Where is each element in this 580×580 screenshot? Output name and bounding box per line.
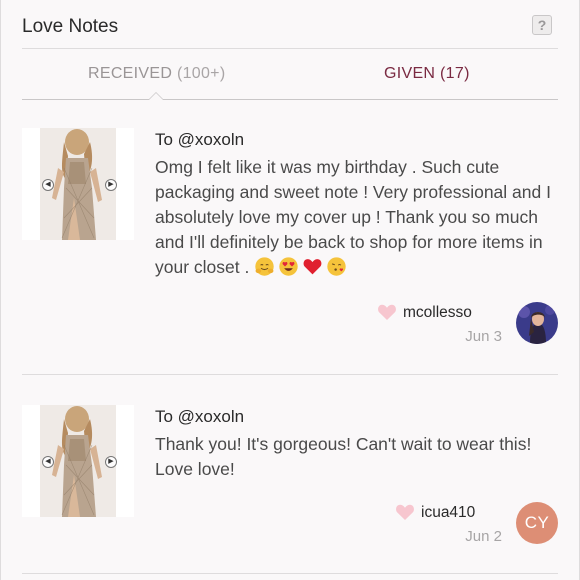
thumbnail-prev-arrow-icon[interactable]: ◀	[42, 456, 54, 468]
heart-eyes-face-icon	[279, 257, 298, 276]
thumbnail-prev-arrow-icon[interactable]: ◀	[42, 179, 54, 191]
tab-received-count: (100+)	[176, 65, 226, 82]
red-heart-icon	[303, 259, 322, 275]
love-notes-panel: Love Notes ? RECEIVED (100+) GIVEN (17)	[0, 0, 580, 580]
note-message: Thank you! It's gorgeous! Can't wait to …	[155, 432, 555, 482]
tab-given[interactable]: GIVEN (17)	[384, 65, 470, 83]
listing-thumbnail[interactable]: ◀ ▶	[22, 128, 134, 240]
notes-tabs: RECEIVED (100+) GIVEN (17)	[22, 48, 558, 100]
listing-thumbnail[interactable]: ◀ ▶	[22, 405, 134, 517]
note-date: Jun 2	[465, 528, 502, 545]
heart-icon	[396, 504, 414, 520]
love-note-item: ◀ ▶ To @xoxoln Thank you! It's gorgeous!…	[22, 375, 558, 574]
tab-received-label: RECEIVED	[88, 65, 173, 82]
face-blowing-kiss-icon	[327, 257, 346, 276]
tab-given-label: GIVEN	[384, 65, 436, 82]
listing-photo	[22, 128, 134, 240]
help-button[interactable]: ?	[532, 15, 552, 35]
heart-icon	[378, 304, 396, 320]
hugging-face-icon	[255, 257, 274, 276]
avatar[interactable]	[516, 302, 558, 344]
page-title: Love Notes	[22, 16, 119, 37]
love-note-item: ◀ ▶ To @xoxoln Omg I felt like it was my…	[22, 98, 558, 375]
note-message: Omg I felt like it was my birthday . Suc…	[155, 155, 555, 280]
listing-photo	[22, 405, 134, 517]
note-author: mcollesso Jun 3	[358, 302, 558, 346]
note-message-text: Thank you! It's gorgeous! Can't wait to …	[155, 434, 532, 479]
note-recipient: To @xoxoln	[155, 407, 245, 426]
tab-received[interactable]: RECEIVED (100+)	[88, 65, 225, 83]
author-username[interactable]: icua410	[421, 504, 475, 522]
avatar-photo	[516, 302, 558, 344]
note-author: icua410 Jun 2 CY	[358, 502, 558, 546]
note-recipient: To @xoxoln	[155, 130, 245, 149]
note-date: Jun 3	[465, 328, 502, 345]
thumbnail-next-arrow-icon[interactable]: ▶	[105, 456, 117, 468]
note-message-text: Omg I felt like it was my birthday . Suc…	[155, 157, 551, 277]
avatar[interactable]: CY	[516, 502, 558, 544]
author-username[interactable]: mcollesso	[403, 304, 472, 322]
panel-header: Love Notes ?	[1, 0, 579, 52]
tab-given-count: (17)	[440, 65, 470, 82]
thumbnail-next-arrow-icon[interactable]: ▶	[105, 179, 117, 191]
